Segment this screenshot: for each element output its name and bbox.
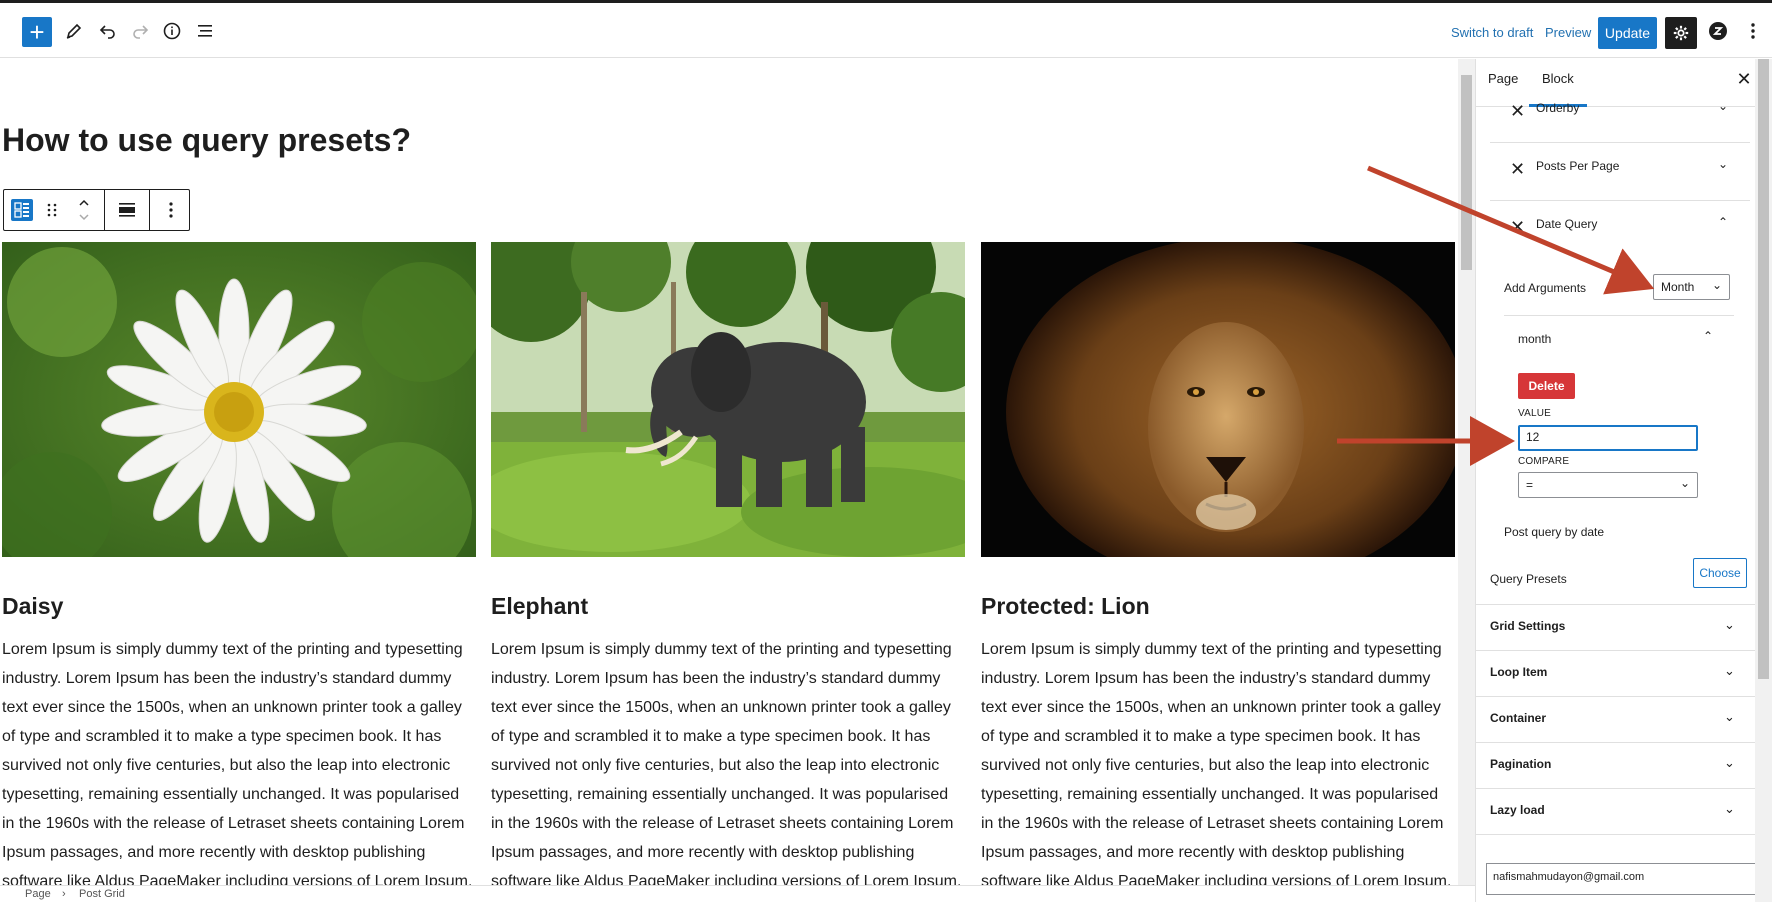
add-arguments-value: Month bbox=[1661, 280, 1695, 294]
editor-canvas[interactable]: How to use query presets? Daisy Lorem Ip… bbox=[0, 59, 1458, 885]
chevron-down-icon: ⌄ bbox=[1724, 801, 1735, 816]
list-view-icon[interactable] bbox=[189, 15, 221, 47]
daisy-image bbox=[2, 242, 476, 557]
post-card-lion: Protected: Lion Lorem Ipsum is simply du… bbox=[981, 242, 1455, 885]
choose-preset-button[interactable]: Choose bbox=[1693, 558, 1747, 588]
post-grid-block-icon[interactable] bbox=[4, 190, 40, 230]
switch-to-draft-button[interactable]: Switch to draft bbox=[1451, 25, 1533, 40]
delete-argument-button[interactable]: Delete bbox=[1518, 373, 1575, 399]
card-title[interactable]: Protected: Lion bbox=[981, 593, 1150, 620]
post-query-by-date-text: Post query by date bbox=[1504, 525, 1605, 539]
remove-orderby-icon[interactable]: ✕ bbox=[1510, 101, 1525, 122]
block-toolbar bbox=[3, 189, 190, 231]
query-item-orderby[interactable]: ✕ Orderby ⌄ bbox=[1490, 85, 1750, 143]
settings-sidebar: Page Block ✕ ✕ Orderby ⌄ ✕ Posts Per Pag… bbox=[1475, 59, 1772, 902]
block-toolbar-group-options bbox=[150, 190, 192, 230]
lion-image bbox=[981, 242, 1455, 557]
panel-label: Grid Settings bbox=[1490, 619, 1566, 633]
move-up-down-icon[interactable] bbox=[64, 190, 104, 230]
tools-pencil-icon[interactable] bbox=[58, 15, 90, 47]
chevron-down-icon[interactable]: ⌄ bbox=[1718, 157, 1728, 171]
undo-icon[interactable] bbox=[92, 15, 124, 47]
value-label: VALUE bbox=[1518, 408, 1552, 419]
email-field[interactable]: nafismahmudayon@gmail.com bbox=[1486, 863, 1756, 895]
card-excerpt: Lorem Ipsum is simply dummy text of the … bbox=[981, 641, 1452, 885]
chevron-up-icon[interactable]: ⌃ bbox=[1718, 215, 1728, 229]
remove-posts-per-page-icon[interactable]: ✕ bbox=[1510, 159, 1525, 180]
card-title[interactable]: Elephant bbox=[491, 593, 588, 620]
add-arguments-label: Add Arguments bbox=[1504, 281, 1587, 295]
breadcrumb-separator-icon: › bbox=[62, 888, 66, 900]
redo-icon[interactable] bbox=[124, 15, 156, 47]
chevron-down-icon: ⌄ bbox=[1711, 278, 1722, 292]
panel-label: Lazy load bbox=[1490, 803, 1545, 817]
query-item-label: Posts Per Page bbox=[1536, 159, 1620, 173]
remove-date-query-icon[interactable]: ✕ bbox=[1510, 217, 1525, 238]
chevron-down-icon: ⌄ bbox=[1724, 663, 1735, 678]
card-title[interactable]: Daisy bbox=[2, 593, 63, 620]
query-item-date-query[interactable]: ✕ Date Query ⌃ bbox=[1490, 201, 1750, 259]
chevron-down-icon: ⌄ bbox=[1724, 709, 1735, 724]
add-arguments-select[interactable]: Month ⌄ bbox=[1653, 274, 1730, 300]
settings-gear-icon[interactable] bbox=[1665, 17, 1697, 49]
breadcrumb-item-post-grid[interactable]: Post Grid bbox=[79, 888, 125, 900]
plugin-logo-icon[interactable] bbox=[1702, 15, 1734, 47]
panel-lazy-load[interactable]: Lazy load ⌄ bbox=[1476, 788, 1759, 832]
compare-value: = bbox=[1526, 478, 1534, 492]
more-options-icon[interactable] bbox=[1737, 15, 1769, 47]
post-card-elephant: Elephant Lorem Ipsum is simply dummy tex… bbox=[491, 242, 965, 885]
block-breadcrumb: Page › Post Grid bbox=[0, 885, 1475, 902]
chevron-down-icon[interactable]: ⌄ bbox=[1718, 99, 1728, 113]
block-toolbar-group-align bbox=[105, 190, 150, 230]
tab-page[interactable]: Page bbox=[1488, 71, 1518, 86]
sidebar-scrollbar-thumb[interactable] bbox=[1758, 59, 1769, 679]
block-toolbar-group-move bbox=[4, 190, 105, 230]
update-button[interactable]: Update bbox=[1598, 17, 1657, 49]
panel-label: Container bbox=[1490, 711, 1547, 725]
panel-pagination[interactable]: Pagination ⌄ bbox=[1476, 742, 1759, 786]
block-inserter-button[interactable]: + bbox=[22, 17, 52, 47]
chevron-down-icon: ⌄ bbox=[1724, 755, 1735, 770]
panel-grid-settings[interactable]: Grid Settings ⌄ bbox=[1476, 604, 1759, 648]
card-excerpt: Lorem Ipsum is simply dummy text of the … bbox=[491, 641, 962, 885]
drag-handle-icon[interactable] bbox=[40, 190, 64, 230]
panel-container[interactable]: Container ⌄ bbox=[1476, 696, 1759, 740]
align-full-icon[interactable] bbox=[105, 190, 149, 230]
panel-loop-item[interactable]: Loop Item ⌄ bbox=[1476, 650, 1759, 694]
block-options-icon[interactable] bbox=[150, 190, 192, 230]
value-input[interactable]: 12 bbox=[1518, 425, 1698, 451]
panel-label: Pagination bbox=[1490, 757, 1552, 771]
details-info-icon[interactable] bbox=[156, 15, 188, 47]
card-excerpt: Lorem Ipsum is simply dummy text of the … bbox=[2, 641, 473, 885]
compare-label: COMPARE bbox=[1518, 456, 1570, 467]
compare-select[interactable]: = ⌄ bbox=[1518, 472, 1698, 498]
breadcrumb-item-page[interactable]: Page bbox=[25, 888, 51, 900]
tab-block[interactable]: Block bbox=[1529, 71, 1587, 107]
divider bbox=[1504, 315, 1734, 316]
editor-header: + Switch to draft Preview Update bbox=[0, 3, 1772, 58]
chevron-down-icon: ⌄ bbox=[1724, 617, 1735, 632]
panel-label: Loop Item bbox=[1490, 665, 1548, 679]
query-item-label: Orderby bbox=[1536, 101, 1580, 115]
chevron-down-icon: ⌄ bbox=[1679, 476, 1690, 490]
preview-button[interactable]: Preview bbox=[1545, 25, 1591, 40]
canvas-scrollbar-thumb[interactable] bbox=[1461, 75, 1472, 270]
post-card-daisy: Daisy Lorem Ipsum is simply dummy text o… bbox=[2, 242, 476, 885]
query-item-posts-per-page[interactable]: ✕ Posts Per Page ⌄ bbox=[1490, 143, 1750, 201]
query-presets-label: Query Presets bbox=[1490, 572, 1567, 586]
page-title[interactable]: How to use query presets? bbox=[2, 122, 411, 159]
elephant-image bbox=[491, 242, 965, 557]
chevron-up-icon[interactable]: ⌃ bbox=[1703, 329, 1713, 343]
query-item-label: Date Query bbox=[1536, 217, 1598, 231]
argument-title: month bbox=[1518, 332, 1552, 346]
